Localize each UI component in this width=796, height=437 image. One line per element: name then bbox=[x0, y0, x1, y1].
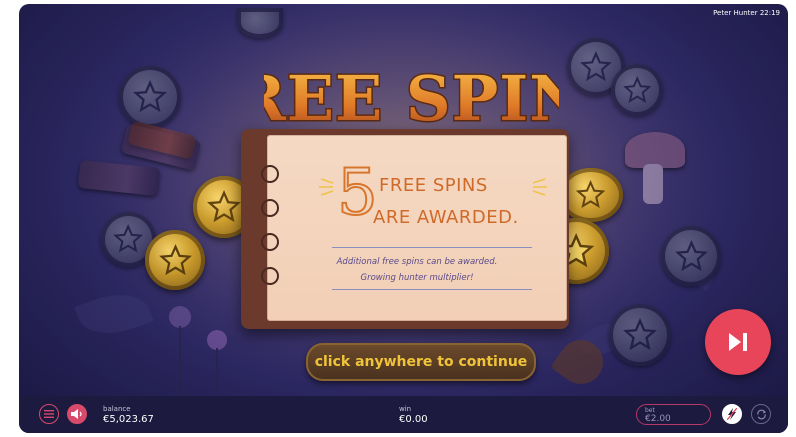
skip-forward-icon bbox=[729, 333, 747, 351]
ring-decoration bbox=[261, 233, 279, 251]
speaker-icon bbox=[71, 409, 82, 419]
autoplay-icon bbox=[756, 409, 766, 419]
ring-decoration bbox=[261, 199, 279, 217]
divider bbox=[332, 289, 532, 290]
menu-button[interactable] bbox=[39, 404, 59, 424]
turbo-button[interactable] bbox=[722, 404, 742, 424]
balance-label: balance bbox=[103, 405, 131, 413]
shell-decoration bbox=[77, 159, 161, 197]
stem-decoration bbox=[216, 348, 218, 396]
award-description-2: Growing hunter multiplier! bbox=[360, 273, 474, 283]
sparkle-left-icon bbox=[319, 178, 334, 196]
award-description-1: Additional free spins can be awarded. bbox=[336, 257, 498, 267]
thistle-decoration bbox=[207, 330, 227, 350]
bet-field[interactable]: bet €2.00 bbox=[636, 404, 711, 425]
win-label: win bbox=[399, 405, 412, 413]
hamburger-icon bbox=[44, 410, 54, 418]
thistle-decoration bbox=[169, 306, 191, 328]
bet-value: €2.00 bbox=[645, 414, 671, 424]
spin-count: 5 bbox=[336, 156, 379, 230]
stem-decoration bbox=[179, 326, 181, 396]
award-paper: 5 FREE SPINS ARE AWARDED. Additional fre… bbox=[261, 135, 567, 321]
award-line-1: FREE SPINS bbox=[379, 175, 488, 196]
coin-decoration bbox=[611, 64, 663, 116]
skip-button[interactable] bbox=[705, 309, 771, 375]
mushroom-stem bbox=[643, 164, 663, 204]
user-name: Peter Hunter bbox=[713, 9, 758, 17]
coin-decoration bbox=[661, 226, 721, 286]
bottom-bar: balance €5,023.67 win €0.00 bet €2.00 bbox=[19, 396, 788, 433]
game-frame[interactable]: FREE SPINS 5 FREE SPINS ARE AWARDED. Add… bbox=[19, 4, 788, 433]
award-line-2: ARE AWARDED. bbox=[373, 207, 519, 228]
win-value: €0.00 bbox=[399, 414, 428, 425]
coin-decoration bbox=[237, 8, 283, 38]
coin-decoration bbox=[119, 66, 181, 128]
mushroom-decoration bbox=[625, 132, 685, 168]
balance-value: €5,023.67 bbox=[103, 414, 154, 425]
free-spins-title: FREE SPINS bbox=[264, 61, 559, 137]
clock-time: 22:19 bbox=[759, 9, 780, 17]
divider bbox=[332, 247, 532, 248]
coin-decoration bbox=[609, 304, 671, 366]
continue-button[interactable]: click anywhere to continue bbox=[306, 343, 536, 381]
bet-label: bet bbox=[645, 407, 655, 414]
autoplay-button[interactable] bbox=[751, 404, 771, 424]
ring-decoration bbox=[261, 165, 279, 183]
leaf-decoration bbox=[74, 283, 154, 345]
sound-button[interactable] bbox=[67, 404, 87, 424]
title-text: FREE SPINS bbox=[264, 62, 559, 135]
user-info: Peter Hunter 22:19 bbox=[713, 9, 780, 17]
coin-decoration bbox=[145, 230, 205, 290]
sparkle-right-icon bbox=[532, 178, 547, 196]
lightning-icon bbox=[727, 408, 737, 420]
